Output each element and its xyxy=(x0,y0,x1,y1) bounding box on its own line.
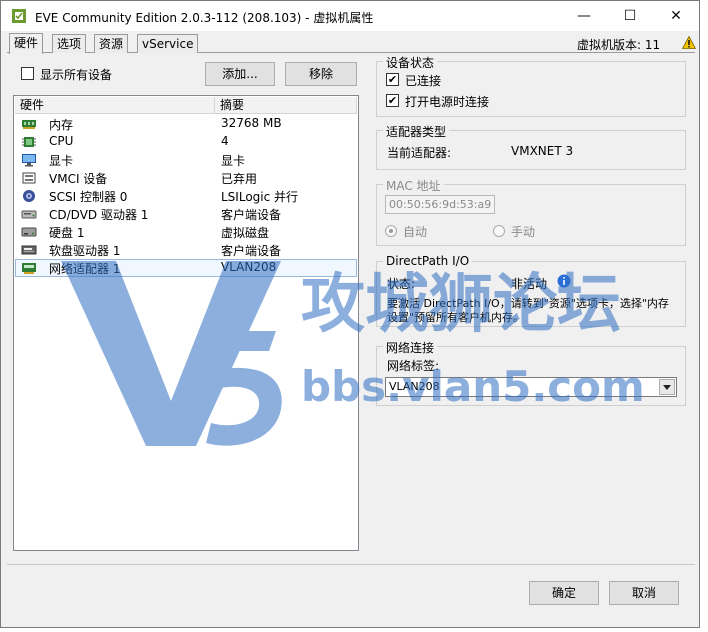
show-all-devices-checkbox[interactable] xyxy=(21,67,34,80)
row-summary: VLAN208 xyxy=(221,260,277,274)
ok-button[interactable]: 确定 xyxy=(529,581,599,605)
network-label-value: VLAN208 xyxy=(389,380,440,393)
current-adapter-value: VMXNET 3 xyxy=(511,144,574,158)
device-status-group: 设备状态 ✔ 已连接 ✔ 打开电源时连接 xyxy=(376,54,686,117)
column-summary[interactable]: 摘要 xyxy=(215,97,357,114)
table-row[interactable]: 硬盘 1 虚拟磁盘 xyxy=(15,223,357,241)
row-summary: 4 xyxy=(221,134,229,148)
floppy-icon xyxy=(21,245,37,255)
row-summary: LSILogic 并行 xyxy=(221,190,299,204)
minimize-button[interactable]: — xyxy=(561,1,607,31)
mac-manual-label: 手动 xyxy=(511,225,536,239)
tab-options[interactable]: 选项 xyxy=(52,34,87,53)
row-name: SCSI 控制器 0 xyxy=(49,190,128,204)
row-name: CPU xyxy=(49,134,74,148)
maximize-button[interactable]: ☐ xyxy=(607,1,653,31)
row-name: 显卡 xyxy=(49,154,74,168)
device-status-title: 设备状态 xyxy=(383,54,438,71)
row-name: VMCI 设备 xyxy=(49,172,108,186)
connect-at-power-on-checkbox[interactable]: ✔ xyxy=(386,94,399,107)
mac-auto-radio[interactable] xyxy=(385,225,397,237)
title-bar[interactable]: EVE Community Edition 2.0.3-112 (208.103… xyxy=(1,1,699,31)
table-row[interactable]: 内存 32768 MB xyxy=(15,115,357,133)
monitor-icon xyxy=(22,154,36,167)
table-row[interactable]: 软盘驱动器 1 客户端设备 xyxy=(15,241,357,259)
network-connection-group: 网络连接 网络标签: VLAN208 xyxy=(376,339,686,406)
close-icon: ✕ xyxy=(670,8,682,24)
close-button[interactable]: ✕ xyxy=(653,1,699,31)
row-summary: 显卡 xyxy=(221,154,246,168)
row-summary: 客户端设备 xyxy=(221,244,282,258)
window-title: EVE Community Edition 2.0.3-112 (208.103… xyxy=(35,11,374,25)
maximize-icon: ☐ xyxy=(623,8,637,24)
show-all-devices-label: 显示所有设备 xyxy=(40,68,113,82)
memory-icon xyxy=(22,120,36,129)
row-summary: 32768 MB xyxy=(221,116,282,130)
chevron-down-icon xyxy=(663,384,671,390)
network-icon xyxy=(22,263,36,274)
hardware-list: 硬件 摘要 内存 32768 MB CPU 4 显卡 显卡 VMCI 设备 已弃… xyxy=(13,95,359,551)
mac-auto-label: 自动 xyxy=(403,225,428,239)
vmci-icon xyxy=(22,172,36,184)
remove-button[interactable]: 移除 xyxy=(285,62,357,86)
row-name: CD/DVD 驱动器 1 xyxy=(49,208,149,222)
row-summary: 虚拟磁盘 xyxy=(221,226,270,240)
table-row[interactable]: 显卡 显卡 xyxy=(15,151,357,169)
table-row[interactable]: CPU 4 xyxy=(15,133,357,151)
connect-at-power-on-label: 打开电源时连接 xyxy=(405,95,490,109)
warning-icon xyxy=(682,36,696,49)
table-row[interactable]: 网络适配器 1 VLAN208 xyxy=(15,259,357,277)
network-label-select[interactable]: VLAN208 xyxy=(385,377,677,397)
cancel-button[interactable]: 取消 xyxy=(609,581,679,605)
tab-resources[interactable]: 资源 xyxy=(94,34,129,53)
network-label-caption: 网络标签: xyxy=(387,359,440,373)
vsphere-app-icon xyxy=(12,9,26,23)
row-summary: 已弃用 xyxy=(221,172,258,186)
cpu-icon xyxy=(22,137,36,147)
properties-window: EVE Community Edition 2.0.3-112 (208.103… xyxy=(0,0,700,628)
connected-checkbox[interactable]: ✔ xyxy=(386,73,399,86)
row-summary: 客户端设备 xyxy=(221,208,282,222)
mac-address-field[interactable]: 00:50:56:9d:53:a9 xyxy=(385,195,495,214)
footer-divider xyxy=(7,564,695,565)
mac-address-group: MAC 地址 00:50:56:9d:53:a9 自动 手动 xyxy=(376,177,686,246)
row-name: 软盘驱动器 1 xyxy=(49,244,121,258)
adapter-type-title: 适配器类型 xyxy=(383,123,450,140)
tab-vservice[interactable]: vService xyxy=(137,34,199,53)
add-button[interactable]: 添加... xyxy=(205,62,275,86)
cdrom-icon xyxy=(21,210,37,219)
table-row[interactable]: SCSI 控制器 0 LSILogic 并行 xyxy=(15,187,357,205)
vm-version-label: 虚拟机版本: 11 xyxy=(577,38,661,52)
adapter-type-group: 适配器类型 当前适配器: VMXNET 3 xyxy=(376,123,686,170)
dropdown-button[interactable] xyxy=(659,379,675,395)
column-hardware[interactable]: 硬件 xyxy=(15,97,215,114)
harddisk-icon xyxy=(21,227,37,237)
directpath-note: 要激活 DirectPath I/O，请转到"资源"选项卡，选择"内存设置"预留… xyxy=(387,297,669,324)
table-row[interactable]: CD/DVD 驱动器 1 客户端设备 xyxy=(15,205,357,223)
mac-address-title: MAC 地址 xyxy=(383,177,444,194)
hardware-list-header: 硬件 摘要 xyxy=(15,97,357,114)
current-adapter-label: 当前适配器: xyxy=(387,146,452,160)
directpath-group: DirectPath I/O 状态: 非活动 要激活 DirectPath I/… xyxy=(376,254,686,327)
minimize-icon: — xyxy=(577,8,591,24)
scsi-icon xyxy=(23,190,35,202)
directpath-status-value: 非活动 xyxy=(511,277,548,291)
directpath-status-label: 状态: xyxy=(387,277,416,291)
row-name: 硬盘 1 xyxy=(49,226,85,240)
tab-hardware[interactable]: 硬件 xyxy=(9,33,44,54)
connected-label: 已连接 xyxy=(405,74,442,88)
info-icon[interactable] xyxy=(557,274,571,288)
directpath-title: DirectPath I/O xyxy=(383,254,473,268)
row-name: 内存 xyxy=(49,118,74,132)
mac-manual-radio[interactable] xyxy=(493,225,505,237)
row-name: 网络适配器 1 xyxy=(49,262,121,276)
table-row[interactable]: VMCI 设备 已弃用 xyxy=(15,169,357,187)
network-connection-title: 网络连接 xyxy=(383,339,438,356)
